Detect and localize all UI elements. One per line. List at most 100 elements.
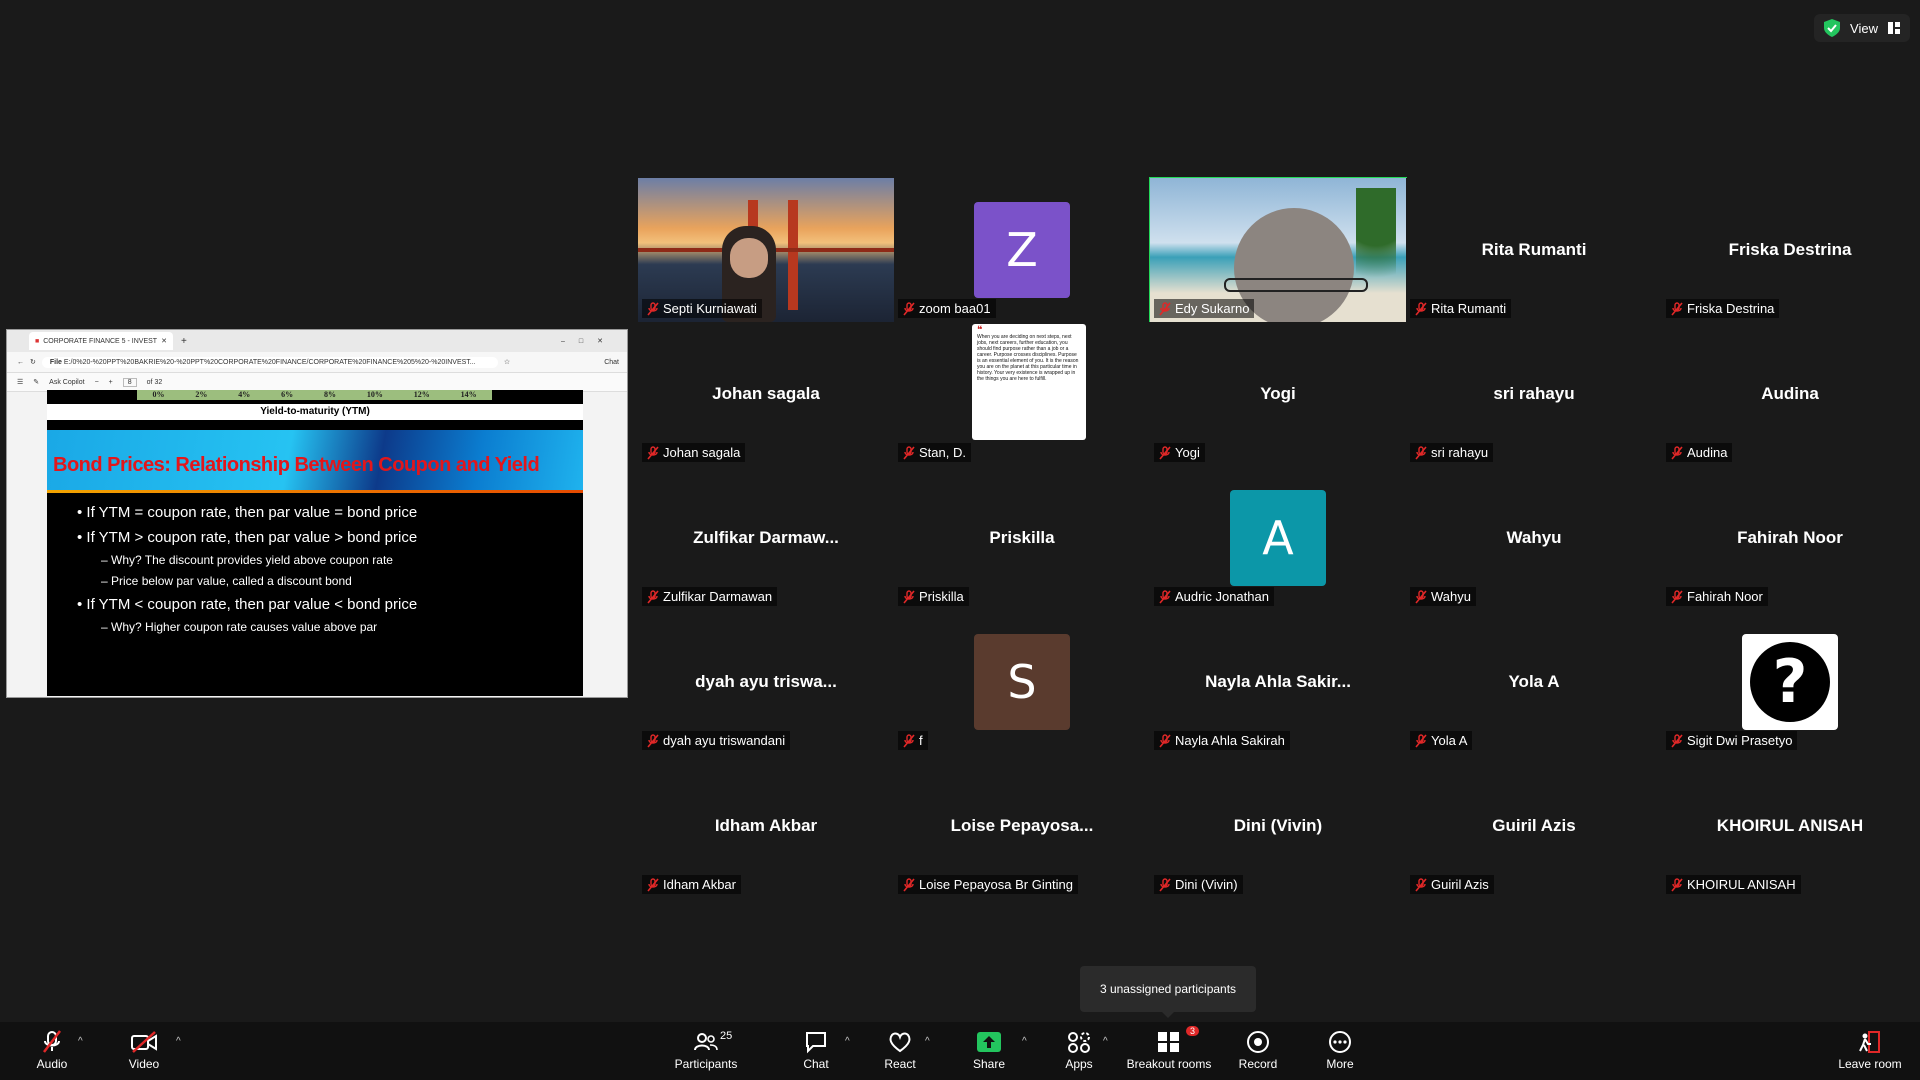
refresh-icon[interactable]: ↻ [30, 358, 36, 366]
draw-icon[interactable]: ✎ [33, 378, 39, 386]
participant-tile[interactable]: dyah ayu triswa... dyah ayu triswandani [638, 610, 894, 754]
video-button[interactable]: Video [104, 1030, 184, 1071]
menu-icon[interactable]: ☰ [17, 378, 23, 386]
zoom-in-icon[interactable]: + [109, 379, 113, 386]
participant-tile[interactable]: Idham Akbar Idham Akbar [638, 754, 894, 898]
participant-tile[interactable]: Fahirah Noor Fahirah Noor [1662, 466, 1918, 610]
chat-icon [806, 1032, 826, 1054]
audio-options-caret[interactable]: ^ [78, 1036, 83, 1047]
slide-title-band: Bond Prices: Relationship Between Coupon… [47, 430, 583, 492]
participant-tile[interactable]: sri rahayu sri rahayu [1406, 322, 1662, 466]
ask-copilot-button[interactable]: Ask Copilot [49, 379, 84, 386]
url-field[interactable]: File E:/0%20-%20PPT%20BAKRIE%20-%20PPT%2… [41, 356, 498, 368]
participant-name: Edy Sukarno [1175, 301, 1250, 316]
breakout-rooms-label: Breakout rooms [1126, 1057, 1212, 1071]
participant-tile[interactable]: Zulfikar Darmaw... Zulfikar Darmawan [638, 466, 894, 610]
participant-name-tag: Loise Pepayosa Br Ginting [898, 875, 1078, 894]
url-prefix: File [49, 358, 62, 366]
view-label: View [1850, 20, 1878, 36]
bullet-text: If YTM > coupon rate, then par value > b… [86, 529, 418, 546]
slide-bullet: • If YTM > coupon rate, then par value >… [77, 525, 417, 550]
copilot-chat-button[interactable]: Chat [604, 359, 619, 366]
leave-room-button[interactable]: Leave room [1830, 1030, 1910, 1071]
participant-tile[interactable]: Dini (Vivin) Dini (Vivin) [1150, 754, 1406, 898]
participant-name: Idham Akbar [663, 877, 736, 892]
participants-count: 25 [720, 1030, 733, 1042]
participant-tile[interactable]: ? Sigit Dwi Prasetyo [1662, 610, 1918, 754]
mic-off-icon [647, 301, 659, 316]
participant-name-tag: Yola A [1410, 731, 1473, 750]
participant-name: Yola A [1431, 733, 1468, 748]
participant-tile[interactable]: Edy Sukarno [1149, 177, 1407, 323]
participant-name: dyah ayu triswandani [663, 733, 786, 748]
new-tab-icon[interactable]: + [181, 336, 187, 347]
window-controls[interactable]: –□✕ [561, 337, 617, 345]
participant-name-tag: Idham Akbar [642, 875, 741, 894]
mic-off-icon [1159, 301, 1171, 316]
participant-tile[interactable]: KHOIRUL ANISAH KHOIRUL ANISAH [1662, 754, 1918, 898]
participant-tile[interactable]: Yogi Yogi [1150, 322, 1406, 466]
more-icon [1329, 1031, 1351, 1053]
chat-button[interactable]: Chat [776, 1030, 856, 1071]
participant-tile[interactable]: Nayla Ahla Sakir... Nayla Ahla Sakirah [1150, 610, 1406, 754]
more-button[interactable]: More [1300, 1030, 1380, 1071]
participant-name-tag: dyah ayu triswandani [642, 731, 791, 750]
participant-tile[interactable]: ❝ When you are deciding on next steps, ne… [894, 322, 1150, 466]
share-label: Share [972, 1057, 1006, 1071]
video-off-icon [131, 1031, 157, 1053]
participant-tile[interactable]: Yola A Yola A [1406, 610, 1662, 754]
mic-off-icon [1159, 445, 1171, 460]
bullet-marker: • [77, 529, 87, 546]
participant-display-name: Dini (Vivin) [1233, 816, 1323, 835]
participant-tile[interactable]: Wahyu Wahyu [1406, 466, 1662, 610]
share-options-caret[interactable]: ^ [1022, 1036, 1027, 1047]
participant-tile[interactable]: Johan sagala Johan sagala [638, 322, 894, 466]
participant-tile[interactable]: Zzoom baa01 [894, 178, 1150, 322]
bullet-marker: – [101, 553, 112, 567]
participant-tile[interactable]: Guiril Azis Guiril Azis [1406, 754, 1662, 898]
view-button[interactable]: View [1814, 14, 1910, 42]
participant-name-tag: f [898, 731, 928, 750]
participant-tile[interactable]: Audina Audina [1662, 322, 1918, 466]
participant-name: Nayla Ahla Sakirah [1175, 733, 1285, 748]
mic-off-icon [903, 301, 915, 316]
participant-tile[interactable]: Septi Kurniawati [638, 178, 894, 322]
axis-label: Yield-to-maturity (YTM) [47, 404, 583, 420]
browser-tab[interactable]: ■ CORPORATE FINANCE 5 - INVEST ✕ [29, 332, 173, 350]
participant-name-tag: Audric Jonathan [1154, 587, 1274, 606]
share-button[interactable]: Share [949, 1030, 1029, 1071]
participant-name: Stan, D. [919, 445, 966, 460]
zoom-out-icon[interactable]: − [95, 379, 99, 386]
mic-off-icon [647, 589, 659, 604]
back-icon[interactable]: ← [17, 359, 24, 366]
mic-off-icon [1159, 877, 1171, 892]
page-number-input[interactable]: 8 [122, 377, 137, 387]
participant-tile[interactable]: Sf [894, 610, 1150, 754]
participant-display-name: Rita Rumanti [1481, 240, 1587, 259]
video-options-caret[interactable]: ^ [176, 1036, 181, 1047]
shared-screen-window[interactable]: ■ CORPORATE FINANCE 5 - INVEST ✕ + –□✕ ←… [6, 329, 628, 698]
participant-name-tag: Edy Sukarno [1154, 299, 1255, 318]
breakout-rooms-badge: 3 [1185, 1026, 1199, 1036]
record-button[interactable]: Record [1218, 1030, 1298, 1071]
chat-options-caret[interactable]: ^ [845, 1036, 850, 1047]
participant-name: Fahirah Noor [1687, 589, 1763, 604]
shield-icon [1824, 19, 1841, 37]
participant-tile[interactable]: Friska Destrina Friska Destrina [1662, 178, 1918, 322]
apps-options-caret[interactable]: ^ [1103, 1036, 1108, 1047]
participant-tile[interactable]: Priskilla Priskilla [894, 466, 1150, 610]
participant-tile[interactable]: Rita Rumanti Rita Rumanti [1406, 178, 1662, 322]
participants-label: Participants [674, 1057, 738, 1071]
participant-name-tag: Fahirah Noor [1666, 587, 1768, 606]
favorite-icon[interactable]: ☆ [504, 358, 510, 366]
react-options-caret[interactable]: ^ [925, 1036, 930, 1047]
participant-tile[interactable]: Loise Pepayosa... Loise Pepayosa Br Ginti… [894, 754, 1150, 898]
participant-name: Dini (Vivin) [1175, 877, 1238, 892]
mic-off-icon [1671, 301, 1683, 316]
breakout-rooms-button[interactable]: 3 Breakout rooms [1119, 1026, 1219, 1071]
close-tab-icon[interactable]: ✕ [161, 337, 167, 345]
breakout-rooms-icon [1158, 1032, 1179, 1052]
participants-button[interactable]: 25 Participants [666, 1030, 746, 1071]
participant-tile[interactable]: A Audric Jonathan [1150, 466, 1406, 610]
meeting-toolbar: Audio ^ Video ^ 25 Participants Chat ^ R… [0, 1022, 1920, 1080]
